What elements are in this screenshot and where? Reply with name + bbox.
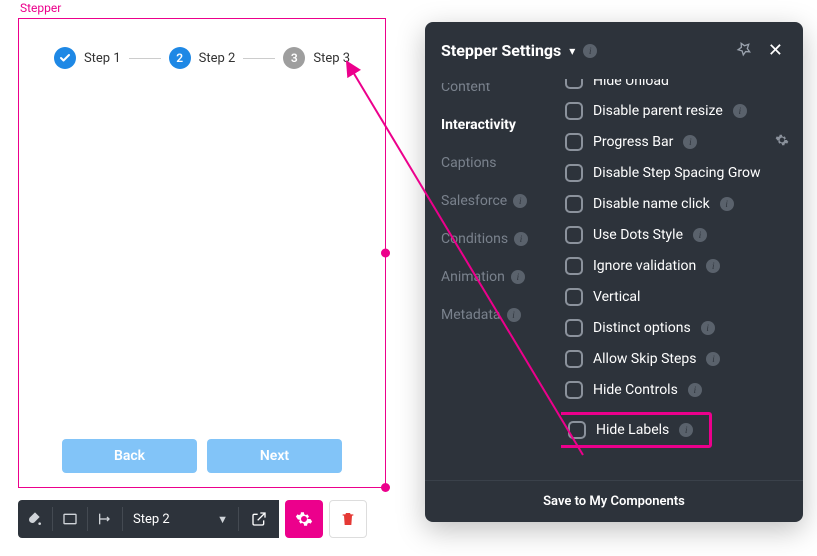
option-label: Disable parent resize xyxy=(593,103,723,119)
chevron-down-icon: ▼ xyxy=(217,513,228,526)
option-label: Progress Bar xyxy=(593,134,673,150)
nav-buttons: Back Next xyxy=(62,439,342,473)
steps-row: Step 1 2 Step 2 3 Step 3 xyxy=(19,19,385,69)
info-icon[interactable]: i xyxy=(583,44,597,58)
close-icon[interactable]: ✕ xyxy=(764,36,787,65)
info-icon[interactable]: i xyxy=(507,308,521,322)
option-label: Vertical xyxy=(593,289,640,305)
pin-icon[interactable] xyxy=(732,37,756,65)
delete-button[interactable] xyxy=(329,500,367,538)
checkbox[interactable] xyxy=(565,226,583,244)
resize-handle-right[interactable] xyxy=(381,249,390,258)
checkbox[interactable] xyxy=(565,79,583,89)
paint-bucket-icon[interactable] xyxy=(18,511,52,527)
option-disable-step-spacing-grow[interactable]: Disable Step Spacing Grow xyxy=(565,164,789,182)
layout-icon[interactable] xyxy=(53,511,87,527)
checkbox[interactable] xyxy=(565,102,583,120)
step-selector-label: Step 2 xyxy=(133,512,170,527)
panel-tabs: Content Interactivity Captions Salesforc… xyxy=(425,79,561,480)
tab-salesforce[interactable]: Salesforcei xyxy=(441,193,561,209)
back-button[interactable]: Back xyxy=(62,439,197,473)
tab-captions[interactable]: Captions xyxy=(441,155,561,171)
info-icon[interactable]: i xyxy=(706,259,720,273)
option-label: Hide Labels xyxy=(596,422,669,438)
settings-panel: Stepper Settings ▾ i ✕ Content Interacti… xyxy=(425,22,803,522)
info-icon[interactable]: i xyxy=(679,423,693,437)
option-label: Disable Step Spacing Grow xyxy=(593,165,760,181)
checkbox[interactable] xyxy=(565,133,583,151)
gear-icon[interactable] xyxy=(775,133,789,151)
step-circle-active: 2 xyxy=(169,47,191,69)
checkbox[interactable] xyxy=(565,319,583,337)
option-row[interactable]: Hide Unload xyxy=(565,79,789,89)
chevron-down-icon[interactable]: ▾ xyxy=(569,44,575,58)
option-ignore-validation[interactable]: Ignore validation i xyxy=(565,257,789,275)
panel-title[interactable]: Stepper Settings xyxy=(441,41,561,60)
spacing-icon[interactable] xyxy=(88,511,122,527)
panel-header: Stepper Settings ▾ i ✕ xyxy=(425,22,803,79)
option-label: Disable name click xyxy=(593,196,710,212)
info-icon[interactable]: i xyxy=(733,104,747,118)
tab-interactivity[interactable]: Interactivity xyxy=(441,117,561,133)
option-label: Distinct options xyxy=(593,320,691,336)
option-hide-controls[interactable]: Hide Controls i xyxy=(565,381,789,399)
option-progress-bar[interactable]: Progress Bar i xyxy=(565,133,789,151)
tab-metadata[interactable]: Metadatai xyxy=(441,307,561,323)
checkbox[interactable] xyxy=(565,195,583,213)
step-label: Step 1 xyxy=(84,51,121,66)
checkbox[interactable] xyxy=(565,350,583,368)
checkbox[interactable] xyxy=(565,257,583,275)
option-hide-labels[interactable]: Hide Labels i xyxy=(561,412,712,448)
step-item[interactable]: 2 Step 2 xyxy=(169,47,236,69)
step-circle-done xyxy=(54,47,76,69)
option-allow-skip-steps[interactable]: Allow Skip Steps i xyxy=(565,350,789,368)
option-distinct-options[interactable]: Distinct options i xyxy=(565,319,789,337)
option-label: Hide Unload xyxy=(593,79,669,89)
info-icon[interactable]: i xyxy=(683,135,697,149)
info-icon[interactable]: i xyxy=(720,197,734,211)
step-connector xyxy=(129,58,161,59)
option-label: Use Dots Style xyxy=(593,227,683,243)
option-vertical[interactable]: Vertical xyxy=(565,288,789,306)
step-label: Step 3 xyxy=(313,51,350,66)
step-selector[interactable]: Step 2 ▼ xyxy=(123,512,238,527)
info-icon[interactable]: i xyxy=(511,270,525,284)
info-icon[interactable]: i xyxy=(513,194,527,208)
option-use-dots-style[interactable]: Use Dots Style i xyxy=(565,226,789,244)
open-external-icon[interactable] xyxy=(239,511,279,527)
toolbar-dark-group: Step 2 ▼ xyxy=(18,500,279,538)
info-icon[interactable]: i xyxy=(706,352,720,366)
resize-handle-bottom-right[interactable] xyxy=(381,483,390,492)
tab-conditions[interactable]: Conditionsi xyxy=(441,231,561,247)
step-item[interactable]: Step 1 xyxy=(54,47,121,69)
settings-button[interactable] xyxy=(285,500,323,538)
tab-animation[interactable]: Animationi xyxy=(441,269,561,285)
info-icon[interactable]: i xyxy=(514,232,528,246)
option-label: Hide Controls xyxy=(593,382,678,398)
tab-content[interactable]: Content xyxy=(441,83,561,95)
option-label: Ignore validation xyxy=(593,258,696,274)
option-disable-parent-resize[interactable]: Disable parent resize i xyxy=(565,102,789,120)
checkbox[interactable] xyxy=(565,164,583,182)
info-icon[interactable]: i xyxy=(688,383,702,397)
step-circle-upcoming: 3 xyxy=(283,47,305,69)
step-item[interactable]: 3 Step 3 xyxy=(283,47,350,69)
info-icon[interactable]: i xyxy=(701,321,715,335)
stepper-canvas[interactable]: Stepper Step 1 2 Step 2 3 Step 3 Back Ne… xyxy=(18,18,386,488)
checkbox[interactable] xyxy=(565,381,583,399)
save-to-my-components[interactable]: Save to My Components xyxy=(425,480,803,522)
selection-tag: Stepper xyxy=(18,1,63,15)
option-label: Allow Skip Steps xyxy=(593,351,696,367)
option-disable-name-click[interactable]: Disable name click i xyxy=(565,195,789,213)
step-label: Step 2 xyxy=(199,51,236,66)
options-list: Hide Unload Disable parent resize i Prog… xyxy=(561,79,803,480)
check-icon xyxy=(59,52,71,64)
checkbox[interactable] xyxy=(568,421,586,439)
next-button[interactable]: Next xyxy=(207,439,342,473)
step-connector xyxy=(243,58,275,59)
bottom-toolbar: Step 2 ▼ xyxy=(18,500,367,538)
info-icon[interactable]: i xyxy=(693,228,707,242)
checkbox[interactable] xyxy=(565,288,583,306)
